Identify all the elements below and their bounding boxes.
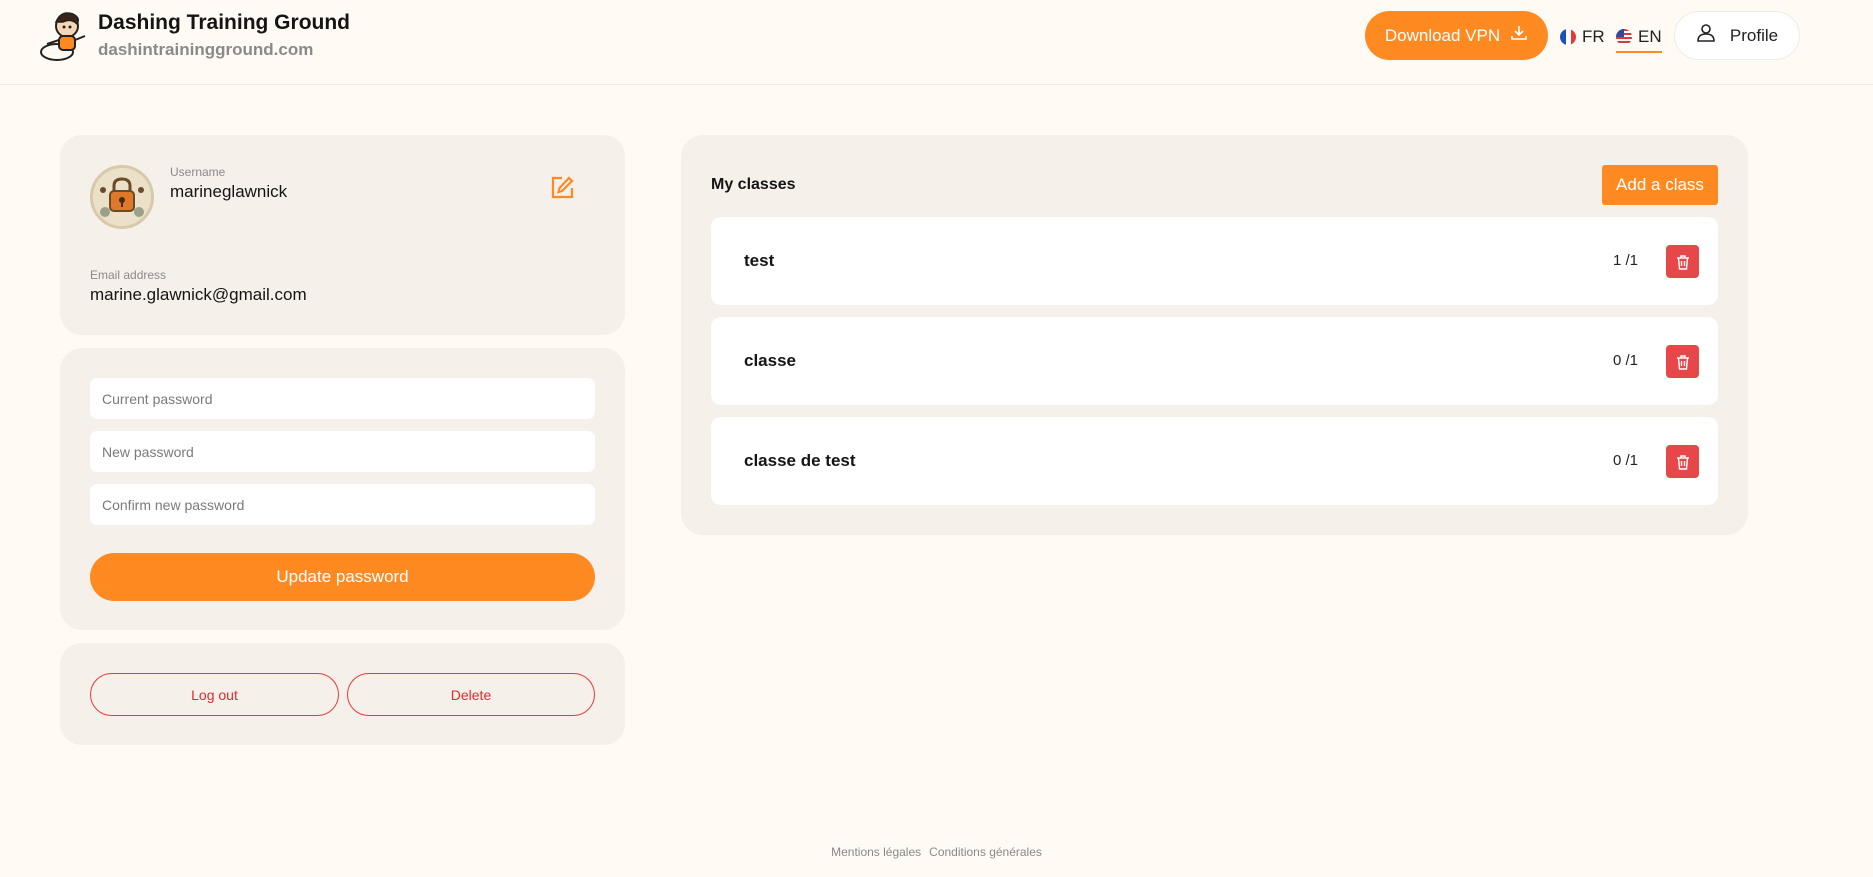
avatar [90, 165, 154, 229]
delete-account-button[interactable]: Delete [347, 673, 595, 716]
language-fr[interactable]: FR [1560, 24, 1605, 50]
my-classes-card: My classes Add a class test 1 /1 classe … [681, 135, 1748, 535]
download-icon [1510, 24, 1528, 47]
username-value: marineglawnick [170, 182, 288, 201]
profile-label: Profile [1729, 25, 1779, 45]
class-row[interactable]: classe de test 0 /1 [711, 417, 1718, 505]
logout-button[interactable]: Log out [90, 673, 339, 716]
footer: Mentions légales Conditions générales [0, 845, 1873, 859]
current-password-input[interactable] [90, 378, 595, 419]
header: Dashing Training Ground dashintraininggr… [0, 0, 1873, 85]
username-label: Username [170, 165, 226, 179]
us-flag-icon [1616, 28, 1632, 45]
class-name: classe de test [744, 451, 856, 470]
trash-icon[interactable] [1666, 345, 1699, 378]
change-password-card: Update password [60, 348, 625, 630]
account-actions-card: Log out Delete [60, 643, 625, 745]
language-en-label: EN [1638, 26, 1662, 46]
email-value: marine.glawnick@gmail.com [90, 285, 307, 304]
france-flag-icon [1560, 29, 1576, 45]
download-vpn-label: Download VPN [1384, 25, 1501, 45]
class-count: 0 /1 [1612, 452, 1638, 469]
class-count: 0 /1 [1612, 352, 1638, 369]
character-mascot-icon[interactable] [37, 8, 93, 64]
class-row[interactable]: classe 0 /1 [711, 317, 1718, 405]
class-name: test [744, 251, 775, 270]
class-row[interactable]: test 1 /1 [711, 217, 1718, 305]
language-en[interactable]: EN [1616, 24, 1662, 53]
brand-domain: dashintrainingground.com [98, 40, 314, 59]
legal-notice-link[interactable]: Mentions légales [831, 845, 921, 859]
class-count: 1 /1 [1612, 252, 1638, 269]
user-info-card: Username marineglawnick Email address ma… [60, 135, 625, 335]
trash-icon[interactable] [1666, 445, 1699, 478]
user-icon [1696, 23, 1716, 48]
terms-link[interactable]: Conditions générales [929, 845, 1042, 859]
language-fr-label: FR [1582, 27, 1605, 46]
class-name: classe [744, 351, 796, 370]
add-class-button[interactable]: Add a class [1602, 165, 1718, 205]
update-password-button[interactable]: Update password [90, 553, 595, 601]
edit-icon[interactable] [549, 175, 575, 201]
email-label: Email address [90, 268, 167, 282]
classes-title: My classes [711, 176, 796, 193]
download-vpn-button[interactable]: Download VPN [1365, 11, 1548, 60]
profile-button[interactable]: Profile [1674, 11, 1800, 60]
brand-title: Dashing Training Ground [98, 11, 350, 34]
trash-icon[interactable] [1666, 245, 1699, 278]
new-password-input[interactable] [90, 431, 595, 472]
confirm-password-input[interactable] [90, 484, 595, 525]
